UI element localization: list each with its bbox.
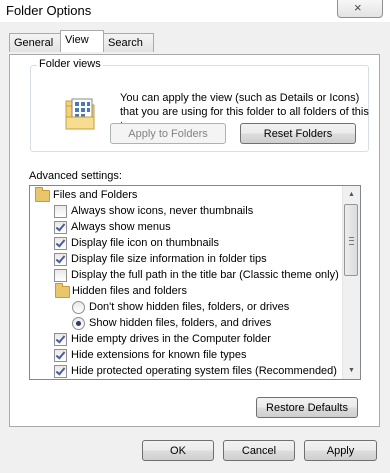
radio-button[interactable] [72,317,85,330]
checkbox[interactable] [54,221,67,234]
folder-icon [55,283,70,298]
grip-icon [349,237,354,245]
setting-label: Hide empty drives in the Computer folder [71,333,271,345]
setting-label: Show hidden files, folders, and drives [89,317,272,329]
checkbox[interactable] [54,333,67,346]
setting-label: Always show icons, never thumbnails [71,205,254,217]
tree-node-label: Files and Folders [53,189,138,201]
checkbox[interactable] [54,237,67,250]
setting-label: Display file size information in folder … [71,253,267,265]
checkbox[interactable] [54,349,67,362]
tab-view[interactable]: View [60,30,104,52]
scroll-up-arrow-icon[interactable]: ▲ [343,186,360,203]
radio-button[interactable] [72,301,85,314]
checkbox[interactable] [54,253,67,266]
setting-label: Hide extensions for known file types [71,349,247,361]
title-bar: Folder Options × [0,0,390,22]
scrollbar-thumb[interactable] [344,204,358,276]
tree-node-label: Hidden files and folders [72,285,187,297]
setting-label: Don't show hidden files, folders, or dri… [89,301,290,313]
tab-general[interactable]: General [9,33,61,52]
restore-defaults-button[interactable]: Restore Defaults [256,397,358,418]
folder-views-title: Folder views [37,58,103,70]
setting-label: Hide protected operating system files (R… [71,365,337,377]
vertical-scrollbar[interactable]: ▲ ▼ [342,186,360,379]
close-icon[interactable]: × [354,0,362,15]
scroll-down-arrow-icon[interactable]: ▼ [343,362,360,379]
setting-label: Always show menus [71,221,171,233]
tab-search[interactable]: Search [103,33,154,52]
cancel-button[interactable]: Cancel [223,440,295,461]
folder-views-group: You can apply the view (such as Details … [30,65,369,152]
advanced-settings-list[interactable]: Files and Folders Always show icons, nev… [29,185,361,380]
apply-button[interactable]: Apply [304,440,377,461]
advanced-settings-label: Advanced settings: [29,170,122,182]
setting-label: Display file icon on thumbnails [71,237,219,249]
ok-button[interactable]: OK [142,440,214,461]
reset-folders-button[interactable]: Reset Folders [240,123,356,144]
checkbox[interactable] [54,269,67,282]
setting-label: Display the full path in the title bar (… [71,269,339,281]
window-title: Folder Options [6,3,92,18]
close-button[interactable]: × [337,0,383,18]
apply-to-folders-button[interactable]: Apply to Folders [110,123,226,144]
checkbox[interactable] [54,365,67,378]
checkbox[interactable] [54,205,67,218]
folder-views-icon [65,98,95,130]
folder-icon [35,187,50,202]
folder-options-window: Folder Options × General View Search You… [0,0,390,473]
